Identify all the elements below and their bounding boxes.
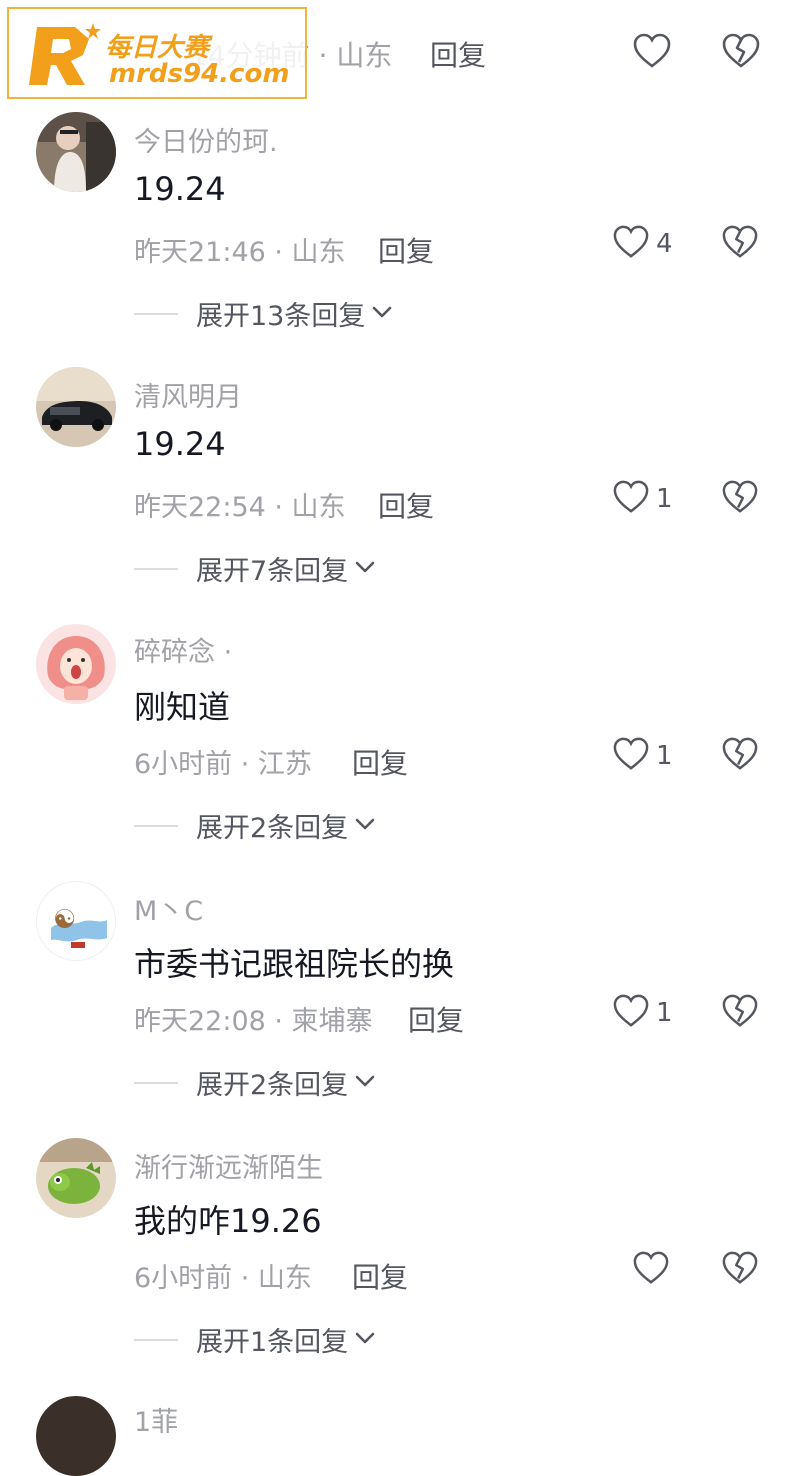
- reply-button[interactable]: 回复: [352, 742, 408, 782]
- heart-outline-icon: [632, 1250, 670, 1290]
- expand-replies[interactable]: 展开13条回复: [134, 294, 393, 333]
- watermark-url: mrds94.com: [109, 59, 290, 89]
- comment-meta: 6小时前 · 山东: [134, 1263, 312, 1294]
- heart-outline-icon: [612, 224, 650, 264]
- like-button[interactable]: 1: [612, 736, 673, 776]
- broken-heart-icon[interactable]: [721, 479, 759, 519]
- heart-outline-icon: [612, 736, 650, 776]
- reply-button[interactable]: 回复: [352, 1256, 408, 1296]
- broken-heart-icon[interactable]: [721, 736, 759, 776]
- broken-heart-icon[interactable]: [721, 993, 759, 1033]
- comment-meta: 昨天22:54 · 山东: [134, 492, 346, 523]
- chevron-down-icon: [354, 1073, 376, 1092]
- chevron-down-icon: [354, 1330, 376, 1349]
- avatar[interactable]: [36, 367, 116, 447]
- expand-replies-label: 展开1条回复: [196, 1327, 349, 1358]
- broken-heart-icon[interactable]: [721, 1250, 759, 1290]
- expand-replies[interactable]: 展开2条回复: [134, 1063, 376, 1102]
- like-button[interactable]: 1: [612, 993, 673, 1033]
- username[interactable]: 今日份的珂.: [134, 120, 278, 159]
- divider: [134, 1081, 178, 1084]
- divider: [134, 567, 178, 570]
- expand-replies-label: 展开2条回复: [196, 1070, 349, 1101]
- username[interactable]: 碎碎念 ·: [134, 630, 232, 669]
- comment-meta: 昨天22:08 · 柬埔寨: [134, 1006, 373, 1037]
- avatar[interactable]: ☯: [36, 881, 116, 961]
- divider: [134, 824, 178, 827]
- expand-replies-label: 展开7条回复: [196, 556, 349, 587]
- comment-text: 19.24: [134, 425, 226, 463]
- expand-replies[interactable]: 展开1条回复: [134, 1320, 376, 1359]
- comment-item-partial: 1菲: [0, 1390, 800, 1476]
- like-icon[interactable]: [632, 32, 672, 74]
- comment-meta: 昨天21:46 · 山东: [134, 237, 346, 268]
- reply-button[interactable]: 回复: [378, 485, 434, 525]
- like-count: 4: [656, 229, 673, 259]
- like-button[interactable]: 1: [612, 479, 673, 519]
- like-button[interactable]: [632, 1250, 670, 1290]
- avatar[interactable]: [36, 1396, 116, 1476]
- dislike-icon[interactable]: [721, 32, 761, 74]
- comment-text: 19.24: [134, 170, 226, 208]
- chevron-down-icon: [371, 304, 393, 323]
- chevron-down-icon: [354, 559, 376, 578]
- username[interactable]: 1菲: [134, 1400, 178, 1439]
- watermark-logo: 每日大赛 mrds94.com: [7, 7, 307, 99]
- expand-replies-label: 展开13条回复: [196, 301, 366, 332]
- like-count: 1: [656, 741, 673, 771]
- reply-button[interactable]: 回复: [408, 999, 464, 1039]
- like-count: 1: [656, 998, 673, 1028]
- divider: [134, 1338, 178, 1341]
- username[interactable]: 清风明月: [134, 375, 242, 414]
- like-button[interactable]: 4: [612, 224, 673, 264]
- comment-text: 我的咋19.26: [134, 1202, 322, 1240]
- divider: [134, 312, 178, 315]
- expand-replies[interactable]: 展开7条回复: [134, 549, 376, 588]
- svg-text:☯: ☯: [53, 905, 76, 935]
- username[interactable]: 渐行渐远渐陌生: [134, 1146, 323, 1185]
- logo-icon: [23, 17, 103, 95]
- broken-heart-icon[interactable]: [721, 224, 759, 264]
- chevron-down-icon: [354, 816, 376, 835]
- expand-replies-label: 展开2条回复: [196, 813, 349, 844]
- comment-text: 市委书记跟祖院长的换: [134, 945, 455, 983]
- heart-outline-icon: [612, 993, 650, 1033]
- username[interactable]: M丶C: [134, 889, 203, 928]
- heart-outline-icon: [612, 479, 650, 519]
- reply-button[interactable]: 回复: [430, 34, 486, 74]
- avatar[interactable]: [36, 112, 116, 192]
- avatar[interactable]: [36, 624, 116, 704]
- avatar[interactable]: [36, 1138, 116, 1218]
- comment-meta: 6小时前 · 江苏: [134, 749, 312, 780]
- reply-button[interactable]: 回复: [378, 230, 434, 270]
- expand-replies[interactable]: 展开2条回复: [134, 806, 376, 845]
- comment-text: 刚知道: [134, 688, 231, 726]
- like-count: 1: [656, 484, 673, 514]
